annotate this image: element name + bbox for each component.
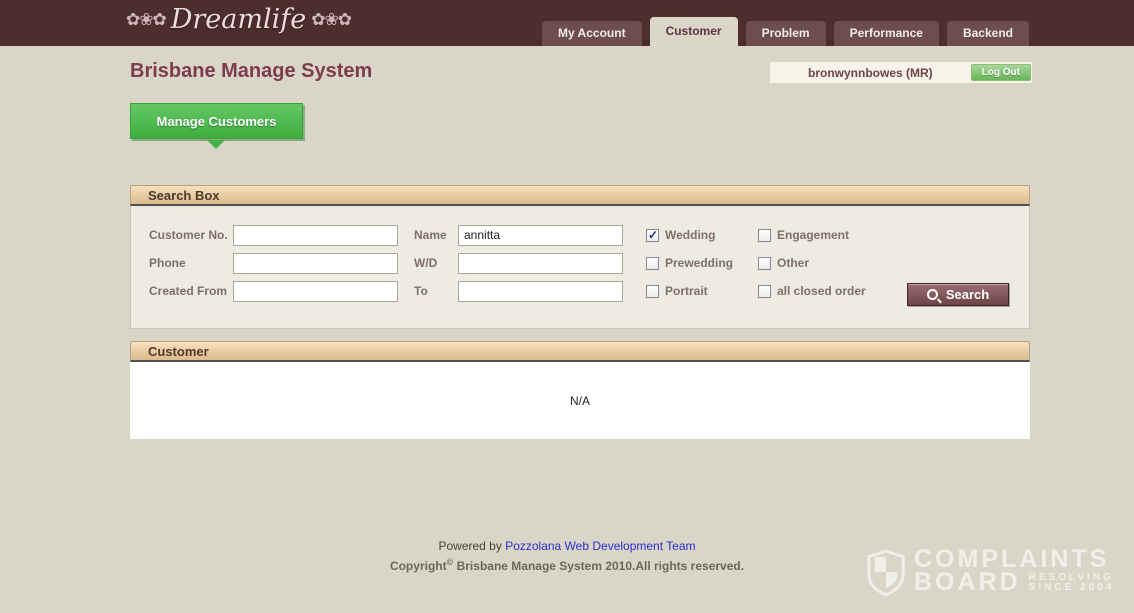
floral-ornament-icon: ✿❀✿ (126, 10, 166, 30)
tab-problem[interactable]: Problem (746, 21, 826, 46)
floral-ornament-icon: ✿❀✿ (311, 10, 351, 30)
customer-no-label: Customer No. (149, 229, 233, 242)
no-results-text: N/A (570, 394, 590, 408)
form-row: Phone W/D Prewedding Other (149, 249, 1029, 277)
watermark-text: COMPLAINTS BOARD RESOLVING SINCE 2004 (914, 547, 1114, 594)
customer-no-input[interactable] (233, 225, 398, 246)
checkbox-icon[interactable] (758, 285, 771, 298)
checkbox-icon[interactable] (646, 285, 659, 298)
search-box-section: Search Box Customer No. Name Wedding Eng… (130, 185, 1030, 329)
other-checkbox[interactable]: Other (758, 256, 926, 270)
pozzolana-link[interactable]: Pozzolana Web Development Team (505, 539, 695, 553)
watermark-tagline: RESOLVING SINCE 2004 (1029, 571, 1115, 593)
search-box-header: Search Box (130, 185, 1030, 206)
tab-customer[interactable]: Customer (650, 17, 738, 46)
logo-text: Dreamlife (171, 4, 306, 35)
other-checkbox-label: Other (777, 256, 809, 270)
created-from-input[interactable] (233, 281, 398, 302)
tab-performance[interactable]: Performance (834, 21, 939, 46)
user-bar: bronwynnbowes (MR) Log Out (770, 62, 1032, 83)
header-bar: ✿❀✿ Dreamlife ✿❀✿ My Account Customer Pr… (0, 0, 1134, 46)
checkbox-icon[interactable] (646, 229, 659, 242)
main-nav-tabs: My Account Customer Problem Performance … (542, 17, 1029, 46)
copyright-text: Copyright (390, 559, 447, 573)
copyright-symbol: © (447, 557, 454, 567)
page-title: Brisbane Manage System (130, 60, 372, 83)
to-label: To (414, 285, 458, 298)
page: ✿❀✿ Dreamlife ✿❀✿ My Account Customer Pr… (0, 0, 1134, 613)
customer-results-area: N/A (130, 362, 1030, 439)
tab-my-account[interactable]: My Account (542, 21, 642, 46)
search-icon (927, 289, 938, 300)
customer-section: Customer N/A (130, 341, 1030, 439)
all-closed-order-checkbox[interactable]: all closed order (758, 284, 926, 298)
search-button[interactable]: Search (907, 283, 1009, 306)
manage-customers-arrow-pointer (207, 140, 225, 149)
phone-label: Phone (149, 257, 233, 270)
watermark-line2: BOARD (914, 571, 1021, 594)
form-row: Created From To Portrait all closed orde… (149, 277, 1029, 305)
name-label: Name (414, 229, 458, 242)
to-input[interactable] (458, 281, 623, 302)
wedding-checkbox-label: Wedding (665, 228, 715, 242)
created-from-label: Created From (149, 285, 233, 298)
shield-icon (866, 549, 906, 597)
all-closed-order-checkbox-label: all closed order (777, 284, 866, 298)
logged-in-user: bronwynnbowes (MR) (770, 66, 971, 80)
logout-button[interactable]: Log Out (971, 64, 1031, 81)
portrait-checkbox-label: Portrait (665, 284, 708, 298)
wd-label: W/D (414, 257, 458, 270)
name-input[interactable] (458, 225, 623, 246)
form-row: Customer No. Name Wedding Engagement (149, 221, 1029, 249)
customer-section-header: Customer (130, 341, 1030, 362)
prewedding-checkbox-label: Prewedding (665, 256, 733, 270)
search-box-body: Customer No. Name Wedding Engagement Pho… (130, 206, 1030, 329)
checkbox-icon[interactable] (758, 257, 771, 270)
complaintsboard-watermark: COMPLAINTS BOARD RESOLVING SINCE 2004 (866, 547, 1114, 597)
wd-input[interactable] (458, 253, 623, 274)
copyright-rest: Brisbane Manage System 2010.All rights r… (457, 559, 744, 573)
powered-by-text: Powered by (438, 539, 501, 553)
search-button-label: Search (946, 287, 989, 302)
phone-input[interactable] (233, 253, 398, 274)
wedding-checkbox[interactable]: Wedding (646, 228, 758, 242)
engagement-checkbox[interactable]: Engagement (758, 228, 926, 242)
portrait-checkbox[interactable]: Portrait (646, 284, 758, 298)
prewedding-checkbox[interactable]: Prewedding (646, 256, 758, 270)
manage-customers-button[interactable]: Manage Customers (130, 103, 303, 139)
checkbox-icon[interactable] (646, 257, 659, 270)
dreamlife-logo: ✿❀✿ Dreamlife ✿❀✿ (126, 4, 351, 35)
engagement-checkbox-label: Engagement (777, 228, 849, 242)
tab-backend[interactable]: Backend (947, 21, 1029, 46)
checkbox-icon[interactable] (758, 229, 771, 242)
